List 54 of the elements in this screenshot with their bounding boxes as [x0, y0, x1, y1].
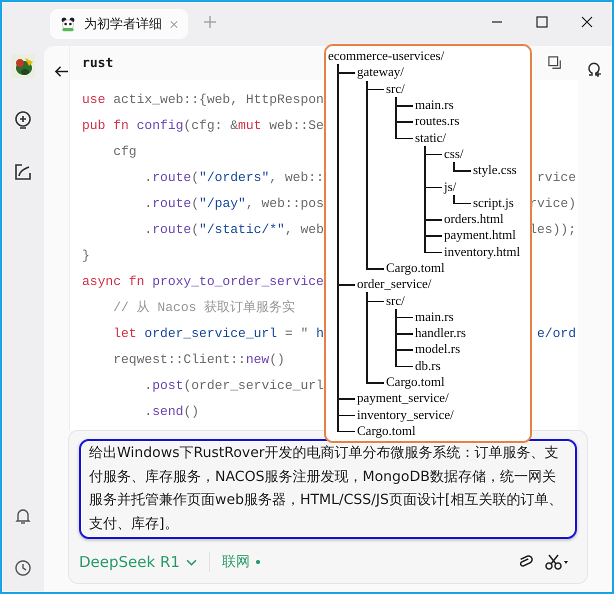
code-line: cfg — [112, 144, 137, 158]
tree-item: Cargo.toml — [386, 260, 445, 276]
tree-item: Cargo.toml — [357, 422, 416, 439]
code-line: reqwest::Client::new() — [112, 352, 285, 366]
chevron-down-icon — [186, 558, 197, 566]
tree-item: model.rs — [415, 341, 460, 358]
maximize-icon[interactable] — [536, 16, 548, 28]
code-line: use actix_web::{web, HttpRespon — [82, 92, 324, 106]
tree-item: routes.rs — [415, 113, 460, 130]
tree-item: Cargo.toml — [386, 374, 445, 390]
tree-item: orders.html — [444, 211, 504, 228]
code-line: .route("/static/*", web — [143, 222, 324, 236]
code-line: .post(order_service_url — [143, 378, 324, 392]
tree-item: ecommerce-uservices/ — [328, 48, 444, 64]
tree-item: main.rs — [415, 308, 454, 325]
edit-icon[interactable] — [13, 162, 33, 182]
tree-item: gateway/ — [357, 64, 404, 80]
back-arrow-icon[interactable] — [54, 64, 69, 79]
lightbulb-plus-icon[interactable] — [13, 110, 33, 130]
scissors-icon[interactable] — [545, 554, 569, 570]
code-line: e/ord — [536, 326, 576, 340]
tree-item: css/ — [444, 146, 464, 162]
tree-item: inventory_service/ — [357, 406, 454, 423]
dot-icon — [256, 560, 260, 564]
omega-plus-icon[interactable] — [586, 62, 602, 78]
tree-item: style.css — [473, 162, 517, 178]
code-line: .send() — [143, 404, 200, 418]
tree-item: db.rs — [415, 358, 441, 374]
copy-icon[interactable] — [548, 56, 562, 70]
tree-item: main.rs — [415, 97, 454, 114]
tree-item: handler.rs — [415, 325, 466, 342]
code-line: let order_service_url = " h — [112, 326, 324, 340]
code-line: } — [82, 248, 90, 262]
code-line: async fn proxy_to_order_service — [82, 274, 324, 288]
code-line: pub fn config(cfg: &mut web::Se — [82, 118, 324, 132]
code-language: rust — [82, 56, 114, 70]
tree-item: js/ — [444, 178, 456, 195]
tree-item: inventory.html — [444, 244, 520, 260]
panda-icon — [60, 15, 76, 33]
code-line: // 从 Nacos 获取订单服务实 — [112, 299, 296, 316]
tree-item: src/ — [386, 80, 405, 97]
code-line: rvice — [536, 170, 576, 184]
clock-icon[interactable] — [13, 558, 33, 578]
tree-item: script.js — [473, 194, 514, 211]
close-icon[interactable] — [581, 16, 593, 28]
code-line: .route("/orders", web:: — [143, 170, 324, 184]
code-line: .route("/pay", web::pos — [143, 196, 324, 210]
tree-item: order_service/ — [357, 276, 432, 292]
tree-item: payment.html — [444, 227, 516, 244]
tree-item: payment_service/ — [357, 390, 449, 406]
tree-item: static/ — [415, 130, 446, 146]
browser-tab[interactable]: 为初学者详细 — [50, 9, 188, 39]
tree-item: src/ — [386, 292, 405, 309]
code-line: les)); — [529, 222, 576, 236]
